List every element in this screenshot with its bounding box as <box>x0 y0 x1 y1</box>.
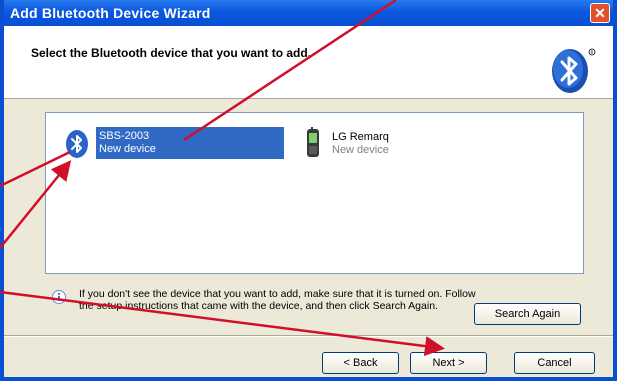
phone-icon <box>307 127 319 157</box>
info-icon <box>52 290 66 304</box>
bluetooth-logo-icon: R <box>552 48 596 93</box>
close-icon: ✕ <box>594 5 606 21</box>
device-status: New device <box>332 144 389 156</box>
list-item[interactable]: SBS-2003 New device <box>56 127 284 163</box>
next-button[interactable]: Next > <box>410 352 487 374</box>
search-again-button[interactable]: Search Again <box>474 303 581 325</box>
cancel-button[interactable]: Cancel <box>514 352 595 374</box>
bluetooth-icon <box>66 130 88 158</box>
svg-text:R: R <box>591 50 594 55</box>
device-list[interactable]: SBS-2003 New device LG Remarq New device <box>45 112 584 274</box>
list-item[interactable]: LG Remarq New device <box>299 127 439 163</box>
device-status: New device <box>99 143 156 155</box>
back-button[interactable]: < Back <box>322 352 399 374</box>
wizard-window: Add Bluetooth Device Wizard ✕ Select the… <box>0 0 617 381</box>
header-instruction: Select the Bluetooth device that you wan… <box>31 46 312 60</box>
window-title: Add Bluetooth Device Wizard <box>10 5 211 21</box>
title-bar[interactable]: Add Bluetooth Device Wizard ✕ <box>4 0 613 26</box>
wizard-header: Select the Bluetooth device that you wan… <box>4 26 613 99</box>
footer-divider <box>4 335 613 337</box>
device-name: LG Remarq <box>332 131 389 143</box>
close-button[interactable]: ✕ <box>590 3 610 23</box>
device-name: SBS-2003 <box>99 130 150 142</box>
info-text: If you don't see the device that you wan… <box>79 288 476 312</box>
